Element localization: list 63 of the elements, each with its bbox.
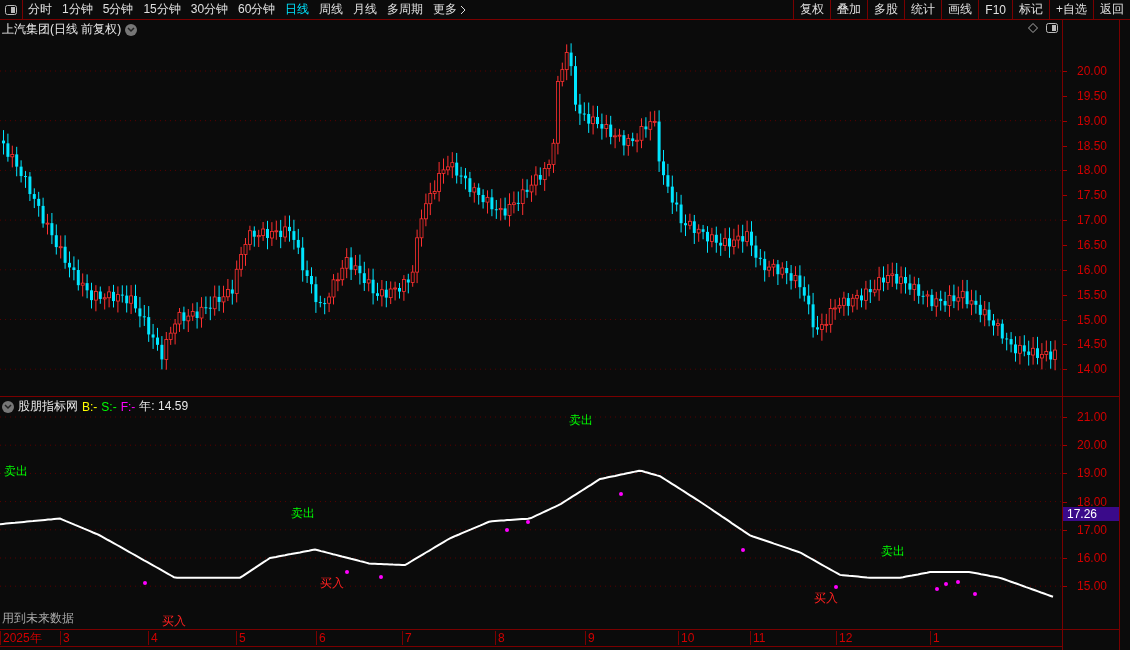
period-tab[interactable]: 更多: [428, 0, 472, 19]
sell-signal: 卖出: [291, 505, 315, 522]
legend-value: S:-: [101, 399, 117, 414]
value-tick-label: 15.00: [1077, 579, 1108, 594]
period-tab[interactable]: 月线: [348, 0, 383, 19]
period-tab[interactable]: 周线: [314, 0, 349, 19]
price-tick-label: 17.50: [1077, 188, 1108, 203]
price-tick-label: 14.50: [1077, 337, 1108, 352]
panel-toggle-icon[interactable]: [1046, 23, 1058, 33]
legend-value: B:-: [82, 399, 98, 414]
period-tab[interactable]: 5分钟: [97, 0, 139, 19]
buy-signal: 买入: [162, 613, 186, 630]
current-value-tag: 17.26: [1063, 506, 1119, 521]
indicator-name: 股朋指标网: [18, 398, 78, 415]
price-tick-label: 18.50: [1077, 138, 1108, 153]
chart-title: 上汽集团(日线 前复权): [2, 21, 122, 38]
date-label: 7: [402, 631, 412, 645]
period-tab[interactable]: 60分钟: [233, 0, 281, 19]
price-tick-label: 16.00: [1077, 262, 1108, 277]
price-tick-label: 18.00: [1077, 163, 1108, 178]
chevron-right-icon: [460, 4, 467, 15]
sell-signal: 卖出: [569, 412, 593, 429]
indicator-reading: 年: 14.59: [139, 398, 189, 415]
price-tick-label: 15.00: [1077, 312, 1108, 327]
date-label: 5: [236, 631, 246, 645]
date-label: 10: [678, 631, 695, 645]
price-tick-label: 20.00: [1077, 64, 1108, 78]
price-tick-label: 19.50: [1077, 88, 1108, 103]
value-tick-label: 20.00: [1077, 438, 1108, 453]
period-tab[interactable]: 1分钟: [57, 0, 98, 19]
price-tick-label: 17.00: [1077, 213, 1108, 228]
warning-note: 用到未来数据: [2, 610, 74, 627]
legend-value: F:-: [120, 399, 136, 414]
date-label: 6: [316, 631, 326, 645]
date-label: 11: [750, 631, 766, 645]
period-tab[interactable]: 多周期: [382, 0, 429, 19]
value-tick-label: 18.00: [1077, 494, 1108, 509]
date-label: 3: [60, 631, 70, 645]
value-tick-label: 16.00: [1077, 551, 1108, 565]
sell-signal: 卖出: [881, 543, 905, 560]
value-tick-label: 17.00: [1077, 522, 1108, 537]
dropdown-icon[interactable]: [2, 400, 14, 413]
price-tick-label: 14.00: [1077, 362, 1108, 377]
buy-signal: 买入: [320, 575, 344, 592]
buy-signal: 买入: [814, 590, 838, 607]
diamond-icon[interactable]: [1028, 23, 1038, 33]
price-tick-label: 15.50: [1077, 287, 1108, 302]
date-label: 1: [930, 631, 940, 645]
period-tab[interactable]: 30分钟: [185, 0, 234, 19]
date-label: 8: [495, 631, 505, 645]
period-tab[interactable]: 日线: [280, 0, 315, 19]
dropdown-icon[interactable]: [125, 23, 138, 36]
date-label: 4: [148, 631, 158, 645]
date-label: 12: [836, 631, 853, 645]
price-tick-label: 19.00: [1077, 113, 1108, 128]
sell-signal: 卖出: [4, 463, 28, 480]
price-tick-label: 16.50: [1077, 237, 1108, 252]
period-tab[interactable]: 15分钟: [138, 0, 186, 19]
date-label: 2025年: [0, 631, 42, 645]
period-tab[interactable]: 分时: [23, 0, 57, 19]
value-tick-label: 21.00: [1077, 410, 1108, 424]
value-tick-label: 19.00: [1077, 466, 1108, 481]
date-label: 9: [585, 631, 595, 645]
